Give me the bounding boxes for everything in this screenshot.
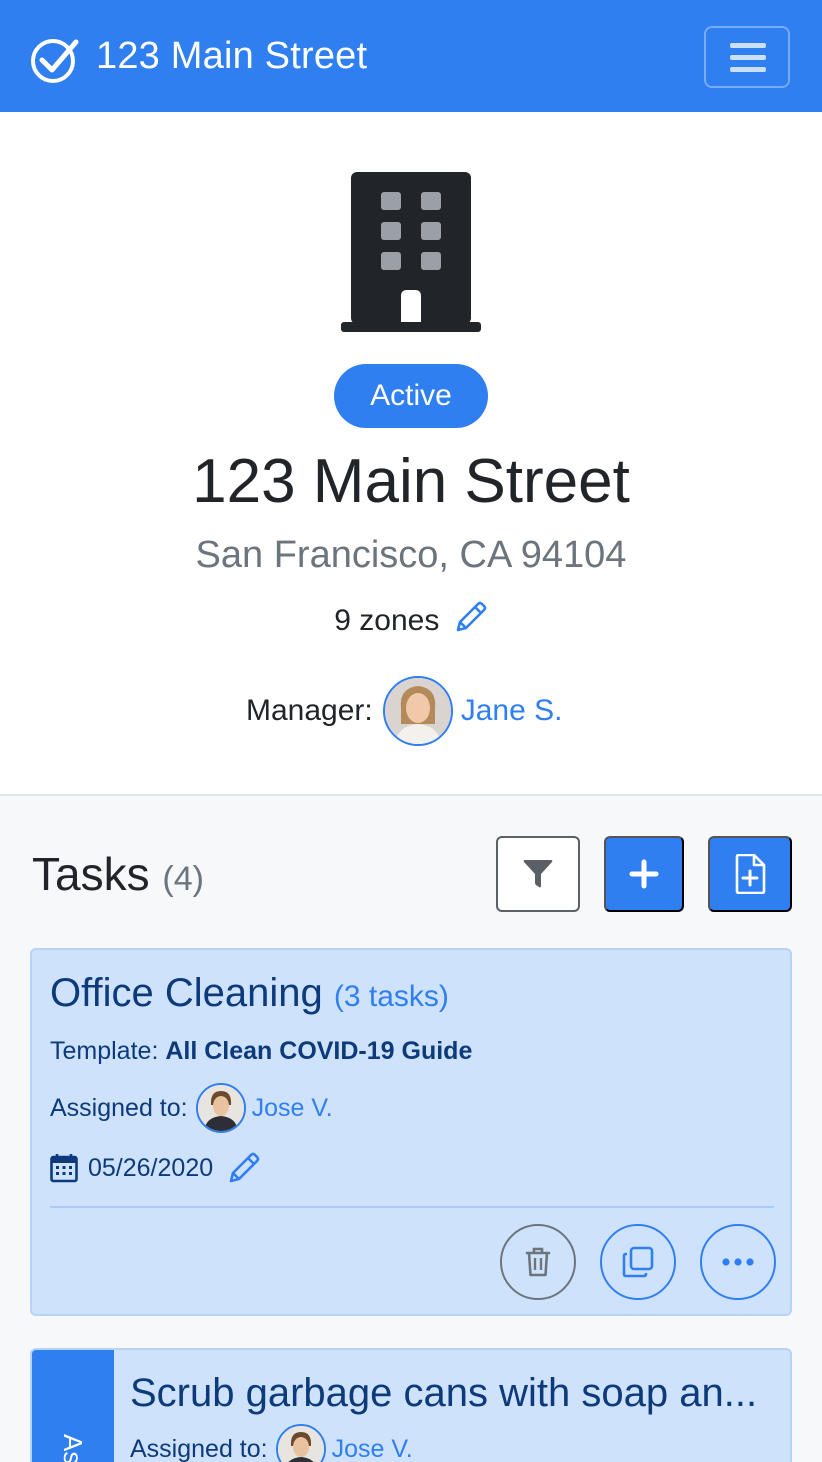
template-label: Template: [50,1037,159,1065]
manager-label: Manager: [246,694,373,727]
add-task-button[interactable] [604,836,684,912]
filter-button[interactable] [496,836,580,912]
manager-name-link[interactable]: Jane S. [461,694,563,728]
task-card[interactable]: Office Cleaning (3 tasks) Template: All … [30,948,792,1316]
due-date: 05/26/2020 [88,1153,214,1182]
property-title: 123 Main Street [192,447,630,516]
hamburger-line [730,67,766,72]
assigned-label: Assigned to: [50,1093,188,1122]
hamburger-menu-button[interactable] [704,26,790,88]
status-badge: Active [334,364,488,428]
template-name: All Clean COVID-19 Guide [165,1037,473,1065]
check-circle-icon[interactable] [30,34,80,84]
assigned-row: Assigned to: Jose V. [50,1082,333,1134]
avatar[interactable] [195,1083,246,1133]
task-title[interactable]: Office Cleaning [50,971,323,1015]
pencil-icon[interactable] [227,1151,261,1185]
tasks-heading: Tasks (4) [32,846,204,907]
more-icon [722,1258,754,1266]
zones-count: 9 zones [334,604,440,637]
copy-icon [622,1246,654,1278]
add-document-button[interactable] [708,836,792,912]
calendar-icon [50,1154,78,1183]
hamburger-menu-icon [730,43,766,48]
assignee-link[interactable]: Jose V. [252,1094,333,1123]
tasks-count: (4) [162,860,204,898]
trash-icon [525,1247,551,1277]
card-divider [50,1206,774,1208]
pencil-icon[interactable] [454,600,488,634]
top-navbar: 123 Main Street [0,0,822,112]
task-card[interactable]: As Scrub garbage cans with soap an... As… [30,1348,792,1462]
manager-row: Manager: Jane S. [246,676,562,746]
filter-icon [523,860,553,888]
delete-button[interactable] [500,1224,576,1300]
task-title[interactable]: Scrub garbage cans with soap an... [130,1368,780,1418]
assigned-label: Assigned to: [130,1434,268,1462]
property-address: San Francisco, CA 94104 [195,534,627,576]
more-options-button[interactable] [700,1224,776,1300]
assigned-stripe: As [32,1350,114,1462]
hamburger-line [730,55,766,60]
template-row: Template: All Clean COVID-19 Guide [50,1034,472,1068]
tasks-heading-label: Tasks [32,848,150,900]
navbar-title[interactable]: 123 Main Street [96,32,367,80]
duplicate-button[interactable] [600,1224,676,1300]
task-subtitle[interactable]: (3 tasks) [334,980,449,1013]
avatar[interactable] [275,1424,326,1462]
plus-icon [629,859,659,889]
avatar[interactable] [382,676,453,746]
file-plus-icon [735,854,766,894]
assigned-row: Assigned to: Jose V. [130,1424,413,1462]
task-card-title[interactable]: Office Cleaning (3 tasks) [50,968,449,1022]
due-date-row: 05/26/2020 [50,1148,261,1188]
zones-row: 9 zones [0,600,822,642]
building-icon [341,172,481,332]
property-header: Active 123 Main Street San Francisco, CA… [0,112,822,796]
assignee-link[interactable]: Jose V. [332,1435,413,1462]
stripe-label: As [58,1434,88,1462]
